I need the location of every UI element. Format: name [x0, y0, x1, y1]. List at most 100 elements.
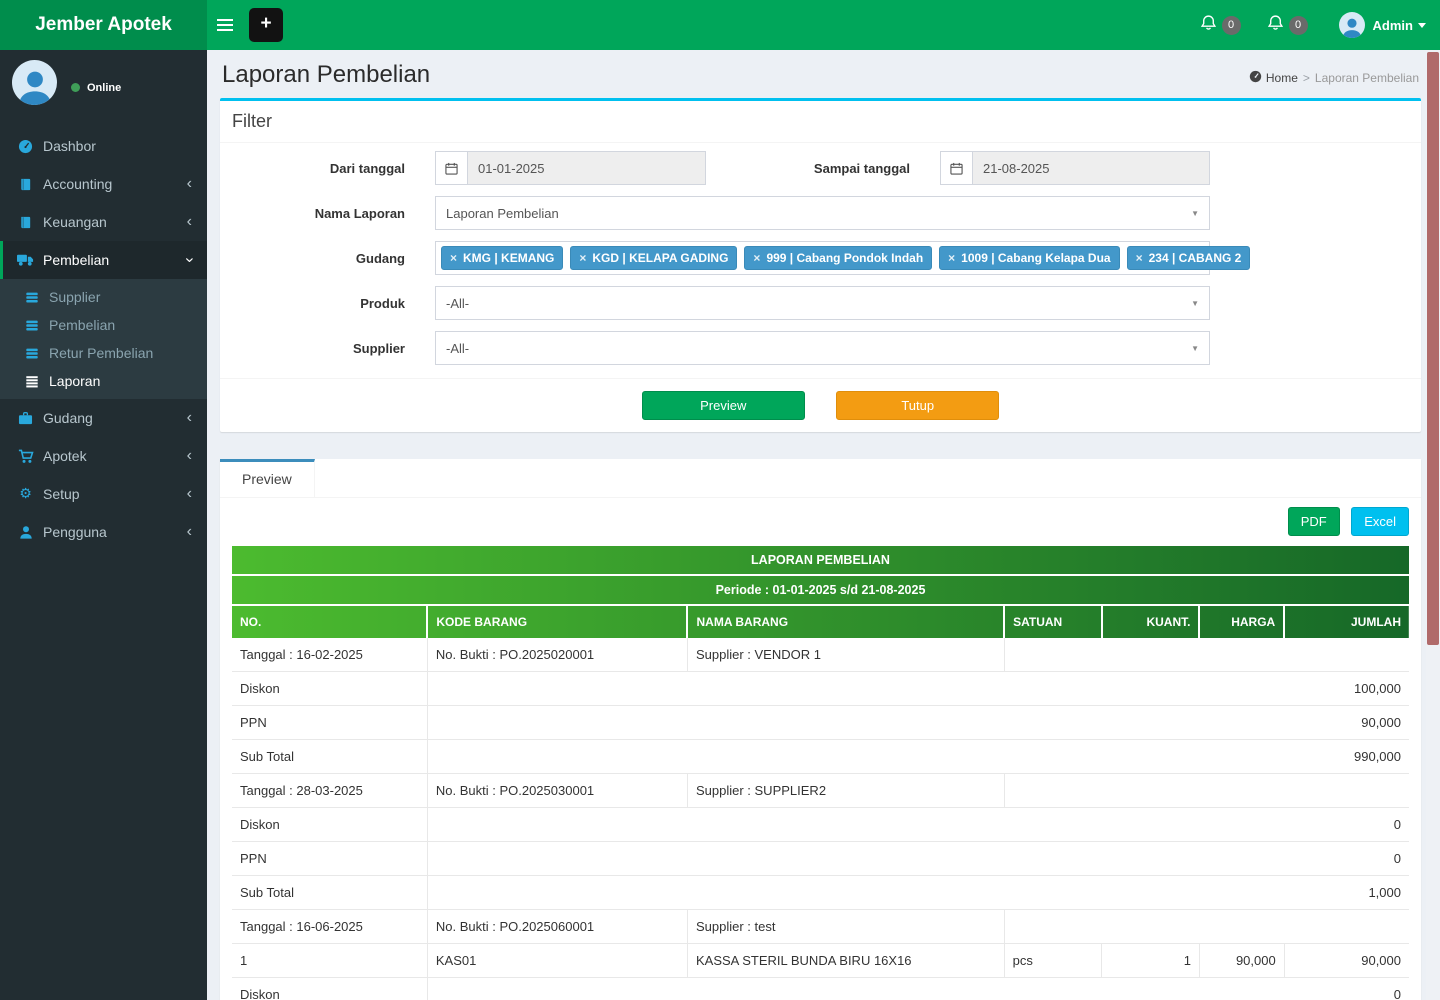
excel-button[interactable]: Excel [1351, 507, 1409, 536]
cell [1003, 773, 1409, 808]
table-row: Tanggal : 16-02-2025 No. Bukti : PO.20250… [232, 638, 1409, 672]
dari-tanggal-input[interactable] [467, 151, 706, 185]
supplier-select[interactable]: -All- ▼ [435, 331, 1210, 365]
remove-tag-icon[interactable]: × [753, 251, 760, 265]
cell: 90,000 [1283, 943, 1409, 978]
sidebar-item-dashbor[interactable]: Dashbor [0, 127, 207, 165]
report-periode: Periode : 01-01-2025 s/d 21-08-2025 [232, 575, 1409, 606]
table-row: 1 KAS01 KASSA STERIL BUNDA BIRU 16X16 pcs 1 9… [232, 943, 1409, 978]
alerts-menu[interactable]: 0 [1254, 0, 1321, 50]
report-title: LAPORAN PEMBELIAN [232, 546, 1409, 576]
sidebar-subitem-label: Pembelian [49, 317, 116, 333]
nama-laporan-select[interactable]: Laporan Pembelian ▼ [435, 196, 1210, 230]
sidebar-item-keuangan[interactable]: Keuangan ‹ [0, 203, 207, 241]
cell: KAS01 [426, 943, 688, 978]
gudang-tag[interactable]: × KMG | KEMANG [441, 246, 564, 270]
sidebar-item-gudang[interactable]: Gudang ‹ [0, 399, 207, 437]
scrollbar-thumb[interactable] [1427, 52, 1439, 645]
column-header: SATUAN [1003, 605, 1102, 638]
tab-preview[interactable]: Preview [220, 459, 315, 497]
brand-logo[interactable]: Jember Apotek [0, 0, 207, 50]
online-status-label: Online [87, 81, 122, 94]
list-bars-icon [21, 347, 42, 360]
sidebar-item-pengguna[interactable]: Pengguna ‹ [0, 513, 207, 551]
nama-laporan-label: Nama Laporan [314, 205, 405, 221]
chevron-down-icon: ▼ [1191, 208, 1199, 218]
briefcase-icon [15, 411, 36, 425]
gudang-multiselect[interactable]: × KMG | KEMANG × KGD | KELAPA GADING × 999 … [435, 241, 1251, 275]
cell: No. Bukti : PO.2025030001 [426, 773, 688, 808]
user-name: Admin [1372, 17, 1413, 33]
cell: 90,000 [426, 705, 1409, 740]
cell: PPN [232, 841, 428, 876]
pdf-button[interactable]: PDF [1287, 507, 1340, 536]
remove-tag-icon[interactable]: × [1136, 251, 1143, 265]
sidebar-subitem-retur-pembelian[interactable]: Retur Pembelian [0, 339, 207, 367]
table-row: Sub Total 1,000 [232, 875, 1409, 910]
sampai-tanggal-input[interactable] [972, 151, 1210, 185]
cell: 0 [426, 841, 1409, 876]
gears-icon: ⚙ [19, 486, 32, 502]
sidebar-subitem-pembelian[interactable]: Pembelian [0, 311, 207, 339]
pembelian-submenu: Supplier Pembelian Retur Pembelian Lapor… [0, 279, 207, 399]
list-bars-icon [21, 319, 42, 332]
column-header: KODE BARANG [426, 605, 688, 638]
report-table: LAPORAN PEMBELIAN Periode : 01-01-2025 s… [232, 546, 1409, 1000]
cell: Tanggal : 16-06-2025 [232, 909, 428, 944]
preview-button[interactable]: Preview [641, 391, 805, 420]
vertical-scrollbar[interactable] [1426, 50, 1440, 1000]
gudang-tag[interactable]: × 999 | Cabang Pondok Indah [744, 246, 933, 270]
cell [1003, 909, 1409, 944]
add-button[interactable]: + [249, 8, 283, 42]
notifications-menu[interactable]: 0 [1187, 0, 1254, 50]
cell: Diskon [232, 977, 428, 1000]
online-status-icon [71, 83, 80, 92]
sidebar-item-apotek[interactable]: Apotek ‹ [0, 437, 207, 475]
breadcrumb-home-link[interactable]: Home [1249, 70, 1298, 86]
gudang-tag[interactable]: × 1009 | Cabang Kelapa Dua [939, 246, 1120, 270]
cell: 90,000 [1198, 943, 1285, 978]
remove-tag-icon[interactable]: × [450, 251, 457, 265]
cell: Tanggal : 28-03-2025 [232, 773, 428, 808]
preview-box: Preview PDF Excel LAPORAN PEMBELIAN Peri… [220, 459, 1421, 1000]
page: Jember Apotek + 0 0 Admin Online Dashbor… [0, 0, 1440, 1000]
gudang-label: Gudang [355, 250, 405, 266]
sidebar-item-label: Pengguna [43, 524, 107, 540]
truck-icon [15, 253, 36, 267]
sidebar-subitem-laporan[interactable]: Laporan [0, 367, 207, 395]
sidebar-toggle-button[interactable] [207, 0, 243, 50]
sidebar-item-accounting[interactable]: Accounting ‹ [0, 165, 207, 203]
bell-icon [1267, 14, 1284, 36]
chevron-left-icon: ‹ [186, 523, 192, 540]
list-bars-icon [21, 291, 42, 304]
user-menu[interactable]: Admin [1321, 12, 1426, 38]
user-icon [15, 525, 36, 539]
content-area: Laporan Pembelian Home > Laporan Pembeli… [207, 50, 1426, 1000]
chevron-down-icon: ▼ [1191, 343, 1199, 353]
column-header: NO. [240, 615, 262, 629]
remove-tag-icon[interactable]: × [948, 251, 955, 265]
cell: KASSA STERIL BUNDA BIRU 16X16 [686, 943, 1005, 978]
avatar [1338, 12, 1365, 38]
cell: 990,000 [426, 739, 1409, 774]
navbar-right: 0 0 Admin [1187, 0, 1440, 50]
dashboard-icon [1249, 70, 1262, 86]
cell: pcs [1003, 943, 1102, 978]
sidebar-menu: Dashbor Accounting ‹ Keuangan ‹ Pembelia… [0, 127, 207, 551]
cell: 1 [232, 943, 428, 978]
cell: Sub Total [232, 739, 428, 774]
supplier-label: Supplier [352, 340, 405, 356]
produk-select[interactable]: -All- ▼ [435, 286, 1210, 320]
gudang-tag[interactable]: × KGD | KELAPA GADING [570, 246, 738, 270]
sidebar-item-pembelian[interactable]: Pembelian ‹ [0, 241, 207, 279]
table-row: Tanggal : 28-03-2025 No. Bukti : PO.20250… [232, 773, 1409, 808]
sidebar-subitem-supplier[interactable]: Supplier [0, 283, 207, 311]
list-icon [21, 375, 42, 388]
sidebar-item-setup[interactable]: ⚙ Setup ‹ [0, 475, 207, 513]
cart-icon [15, 449, 36, 464]
table-row: PPN 90,000 [232, 705, 1409, 740]
remove-tag-icon[interactable]: × [579, 251, 586, 265]
gudang-tag[interactable]: × 234 | CABANG 2 [1126, 246, 1251, 270]
cell: Supplier : SUPPLIER2 [686, 773, 1005, 808]
tutup-button[interactable]: Tutup [836, 391, 1000, 420]
